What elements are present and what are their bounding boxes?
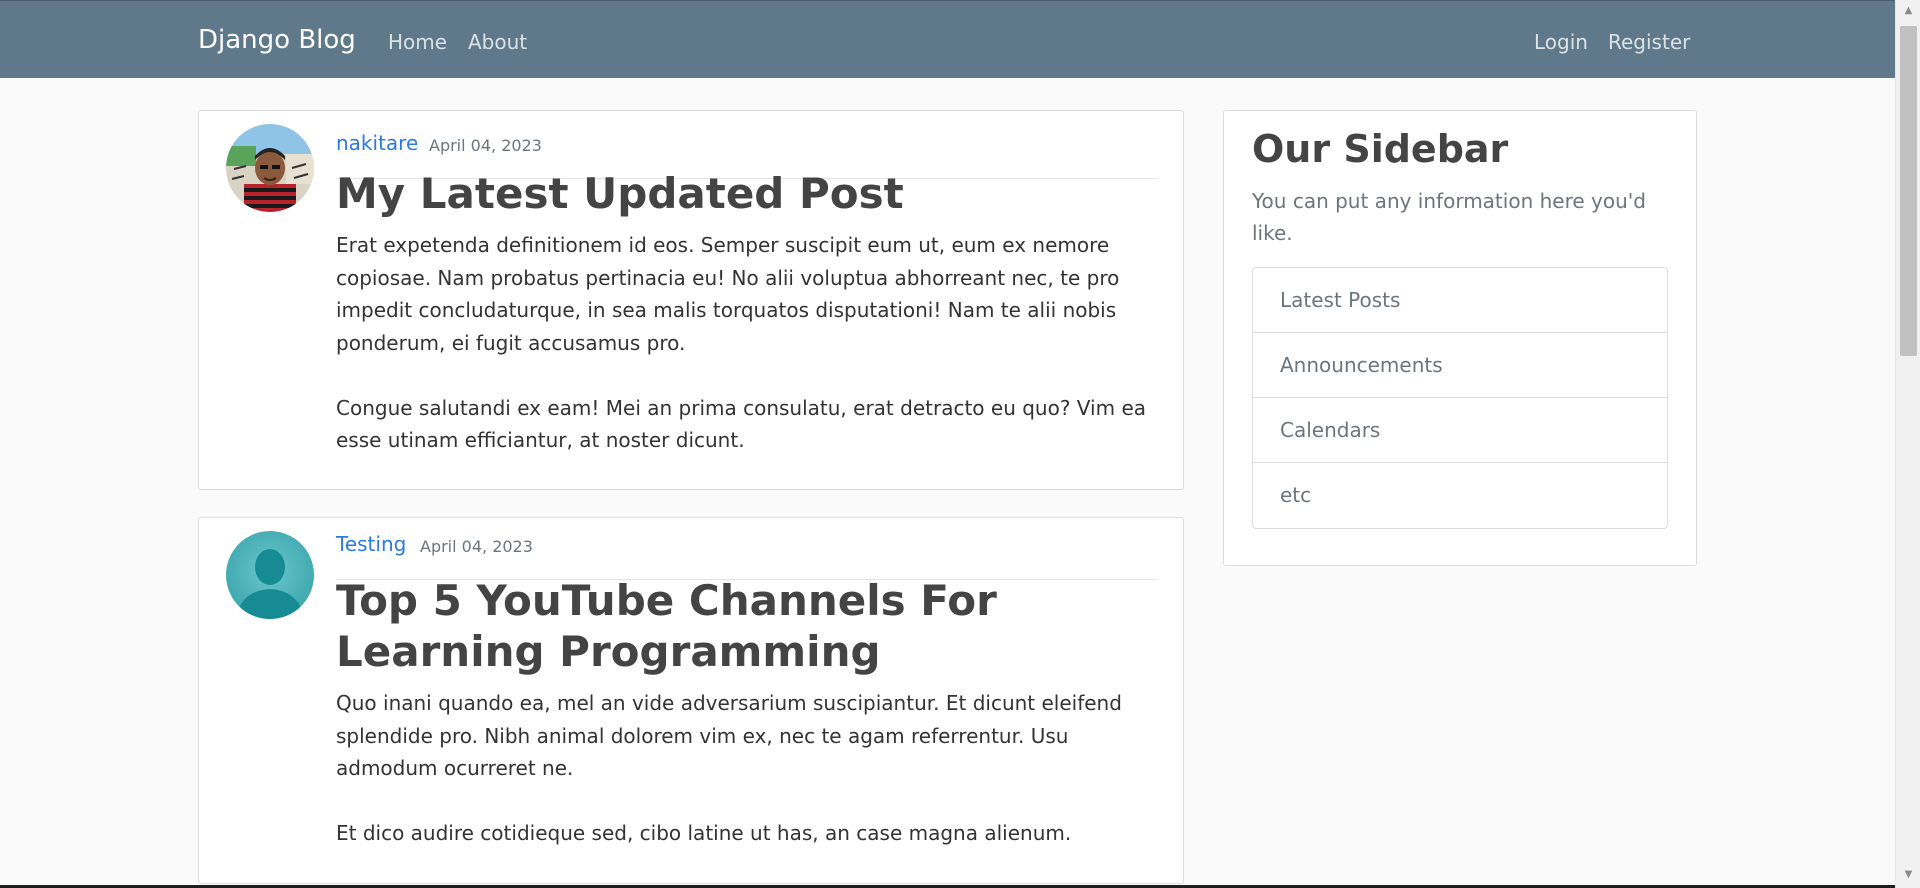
- sidebar-description: You can put any information here you'd l…: [1252, 189, 1646, 245]
- author-link[interactable]: Testing: [336, 532, 406, 556]
- sidebar-item-etc[interactable]: etc: [1253, 463, 1667, 528]
- post-date: April 04, 2023: [420, 537, 533, 556]
- author-avatar: [226, 531, 314, 619]
- navbar: Django Blog Home About Login Register: [0, 0, 1895, 78]
- vertical-scrollbar[interactable]: ▲ ▼: [1895, 0, 1920, 888]
- article-metadata: Testing April 04, 2023: [336, 532, 1158, 580]
- author-link[interactable]: nakitare: [336, 131, 418, 155]
- post-title-link[interactable]: My Latest Updated Post: [336, 168, 1158, 219]
- nav-register-link[interactable]: Register: [1608, 30, 1690, 54]
- scroll-up-arrow-icon[interactable]: ▲: [1896, 0, 1920, 22]
- default-user-avatar-icon: [226, 531, 314, 619]
- sidebar-list: Latest Posts Announcements Calendars etc: [1252, 267, 1668, 529]
- nav-home-link[interactable]: Home: [388, 30, 447, 54]
- sidebar-item-latest-posts[interactable]: Latest Posts: [1253, 268, 1667, 333]
- post-date: April 04, 2023: [429, 136, 542, 155]
- sidebar-item-announcements[interactable]: Announcements: [1253, 333, 1667, 398]
- post-content: Quo inani quando ea, mel an vide adversa…: [336, 691, 1122, 845]
- brand-link[interactable]: Django Blog: [198, 25, 356, 55]
- scrollbar-thumb[interactable]: [1900, 26, 1917, 356]
- sidebar: Our Sidebar You can put any information …: [1223, 110, 1697, 566]
- post-content: Erat expetenda definitionem id eos. Semp…: [336, 233, 1146, 452]
- post-card: nakitare April 04, 2023 My Latest Update…: [198, 110, 1184, 490]
- nav-login-link[interactable]: Login: [1534, 30, 1588, 54]
- scroll-down-arrow-icon[interactable]: ▼: [1896, 864, 1920, 886]
- cartoon-avatar-icon: [226, 124, 314, 212]
- post-title-link[interactable]: Top 5 YouTube Channels For Learning Prog…: [336, 575, 1158, 677]
- nav-about-link[interactable]: About: [468, 30, 527, 54]
- author-avatar: [226, 124, 314, 212]
- post-card: Testing April 04, 2023 Top 5 YouTube Cha…: [198, 517, 1184, 884]
- sidebar-title: Our Sidebar: [1252, 127, 1509, 171]
- sidebar-item-calendars[interactable]: Calendars: [1253, 398, 1667, 463]
